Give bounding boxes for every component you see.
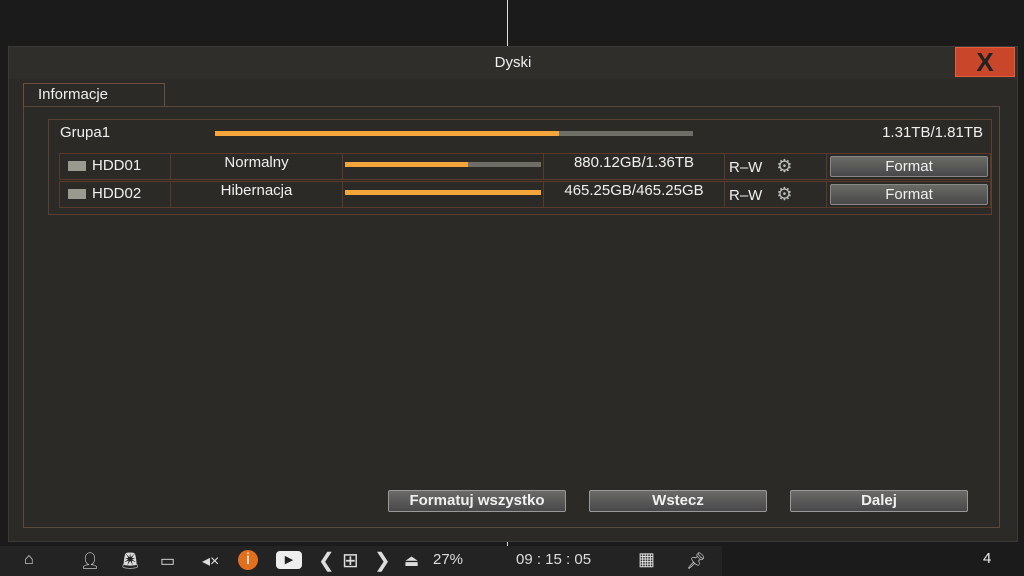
dialog-title: Dyski <box>9 47 1017 79</box>
format-button[interactable]: Format <box>830 156 988 177</box>
info-icon[interactable]: i <box>238 550 258 570</box>
clock: 09 : 15 : 05 <box>516 551 592 568</box>
next-icon[interactable]: ❯ <box>374 548 391 573</box>
taskbar: ⌂ 👤︎ 🚨︎ ▭ ◂× i ▶ ❮ ⊞ ❯ ⏏ 27% 09 : 15 : 0… <box>0 546 722 576</box>
next-button[interactable]: Dalej <box>790 490 968 512</box>
disk-usage-bar <box>345 190 541 195</box>
qr-code-icon[interactable]: ▦ <box>638 549 655 570</box>
tab-informacje[interactable]: Informacje <box>23 83 165 107</box>
disk-row: HDD01 Normalny 880.12GB/1.36TB R–W ⚙ Form… <box>59 153 991 180</box>
disk-status: Hibernacja <box>171 182 343 207</box>
channel-number: 4 <box>983 550 992 567</box>
disk-name: HDD02 <box>92 185 142 202</box>
alarm-icon[interactable]: 🚨︎ <box>120 551 140 571</box>
disk-usage-fill <box>345 190 541 195</box>
disk-name: HDD01 <box>92 157 142 174</box>
group-box: Grupa1 1.31TB/1.81TB HDD01 Normalny 880.… <box>48 119 992 215</box>
group-name: Grupa1 <box>60 124 111 141</box>
hdd-icon <box>68 161 86 171</box>
disks-dialog: Dyski X Informacje Grupa1 1.31TB/1.81TB … <box>8 46 1018 542</box>
hdd-icon <box>68 189 86 199</box>
play-icon[interactable]: ▶ <box>276 551 302 569</box>
gear-icon[interactable]: ⚙ <box>776 184 792 204</box>
hdd-percent: 27% <box>433 551 464 568</box>
info-panel: Grupa1 1.31TB/1.81TB HDD01 Normalny 880.… <box>23 106 1000 528</box>
disk-status: Normalny <box>171 154 343 179</box>
mute-icon[interactable]: ◂× <box>202 551 219 571</box>
format-all-button[interactable]: Formatuj wszystko <box>388 490 566 512</box>
close-button[interactable]: X <box>955 47 1015 77</box>
home-icon[interactable]: ⌂ <box>24 551 34 569</box>
divider <box>507 0 508 46</box>
monitor-off-icon[interactable]: ▭ <box>160 551 175 571</box>
pin-icon[interactable]: 📌︎ <box>686 551 706 571</box>
disk-mode: R–W <box>729 187 763 204</box>
grid-icon[interactable]: ⊞ <box>342 548 359 573</box>
gear-icon[interactable]: ⚙ <box>776 156 792 176</box>
hdd-status-icon: ⏏ <box>404 553 420 570</box>
disk-capacity: 465.25GB/465.25GB <box>544 182 725 207</box>
disk-usage-bar <box>345 162 541 167</box>
back-button[interactable]: Wstecz <box>589 490 767 512</box>
prev-icon[interactable]: ❮ <box>318 548 335 573</box>
user-icon[interactable]: 👤︎ <box>80 551 100 571</box>
format-button[interactable]: Format <box>830 184 988 205</box>
disk-capacity: 880.12GB/1.36TB <box>544 154 725 179</box>
group-usage: 1.31TB/1.81TB <box>882 124 983 141</box>
group-usage-fill <box>215 131 560 136</box>
disk-usage-fill <box>345 162 469 167</box>
disk-mode: R–W <box>729 159 763 176</box>
disk-row: HDD02 Hibernacja 465.25GB/465.25GB R–W ⚙ … <box>59 181 991 208</box>
group-usage-bar <box>215 131 693 136</box>
